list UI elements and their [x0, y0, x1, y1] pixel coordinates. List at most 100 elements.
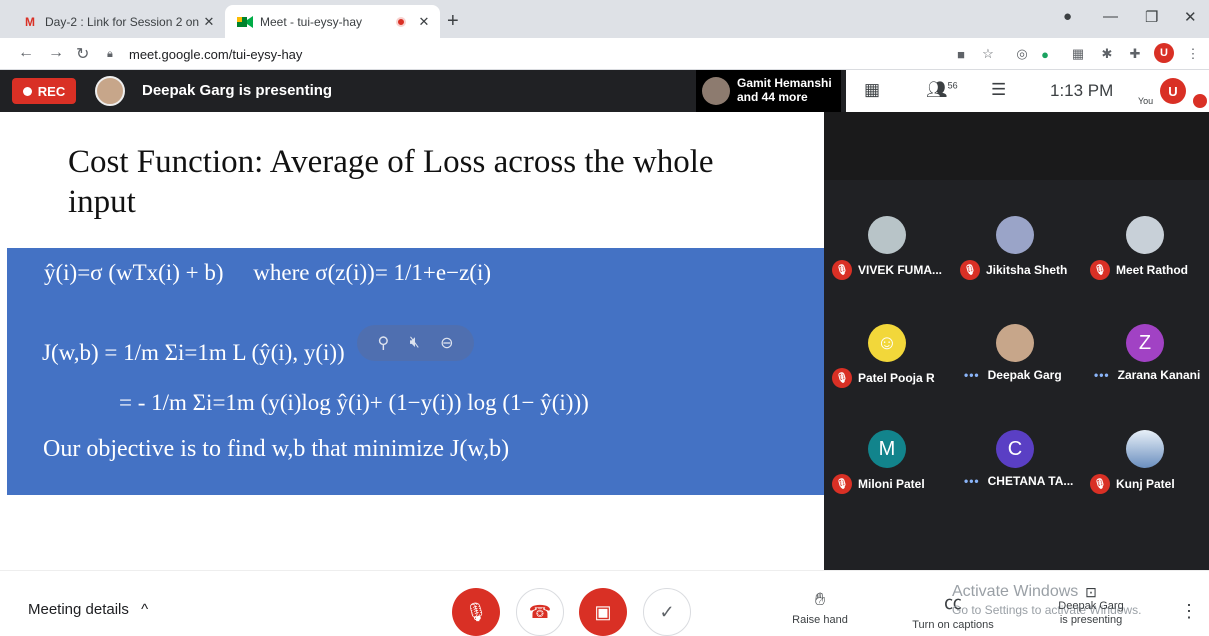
check-button[interactable]: ✓ — [643, 588, 691, 636]
back-button[interactable]: ← — [18, 44, 34, 62]
meeting-details-label: Meeting details — [28, 601, 129, 618]
recording-indicator-icon — [396, 16, 406, 27]
chat-icon[interactable]: ☰ — [991, 80, 1006, 100]
participant-name: 🎙︎ Meet Rathod — [1090, 260, 1188, 280]
meet-bottom-bar: Meeting details ^ 🎙︎ ☎ ▣ ✓ ✋︎ Raise hand… — [0, 570, 1209, 636]
captions-label: Turn on captions — [912, 619, 994, 631]
participant-grid: 🎙︎ VIVEK FUMA... 🎙︎ Jikitsha Sheth 🎙︎ Meet … — [824, 112, 1209, 570]
participant-name-text: Meet Rathod — [1116, 263, 1188, 277]
you-label: You — [1138, 96, 1154, 106]
profile-avatar[interactable]: U — [1154, 43, 1174, 63]
close-tab-icon[interactable]: ✕ — [201, 14, 217, 30]
participant-tile[interactable]: 🎙︎ Meet Rathod — [1082, 216, 1209, 316]
slide-equation-panel: ŷ(i)=σ (wTx(i) + b) where σ(z(i))= 1/1+e… — [7, 248, 824, 495]
participant-tile[interactable]: 🎙︎ Jikitsha Sheth — [952, 216, 1080, 316]
participant-tile[interactable]: Z ••• Zarana Kanani — [1082, 324, 1209, 424]
participants-icon[interactable]: 👥︎56 — [926, 80, 958, 100]
check-icon: ✓ — [659, 601, 675, 622]
puzzle-icon[interactable]: ✚ — [1126, 45, 1144, 63]
extension-icon[interactable]: ✱ — [1098, 45, 1116, 63]
hang-up-icon: ☎ — [528, 601, 552, 622]
participant-count: 56 — [947, 80, 958, 91]
grid-extension-icon[interactable]: ▦ — [1069, 45, 1087, 63]
url-text: meet.google.com/tui-eysy-hay — [129, 46, 303, 62]
equation-cost-expanded: = - 1/m Σi=1m (y(i)log ŷ(i)+ (1−y(i)) lo… — [119, 390, 589, 415]
rec-label: REC — [37, 83, 66, 99]
participant-tile[interactable]: ••• Deepak Garg — [952, 324, 1080, 424]
rec-badge: REC — [12, 78, 76, 104]
participant-tile[interactable]: ☺ 🎙︎ Patel Pooja R — [824, 324, 952, 424]
presenter-status-button[interactable]: ⊡ Deepak Garg is presenting — [1052, 585, 1130, 627]
bookmark-star-icon[interactable]: ☆ — [979, 45, 997, 63]
meeting-details-button[interactable]: Meeting details ^ — [28, 601, 148, 618]
avatar — [702, 77, 730, 105]
minimize-button[interactable]: — — [1103, 8, 1118, 25]
reload-button[interactable]: ↻ — [76, 44, 89, 64]
presenter-avatar — [95, 76, 125, 106]
mic-off-icon: 🎙︎ — [1090, 474, 1110, 494]
chevron-up-icon: ^ — [141, 601, 149, 618]
self-muted-icon — [1193, 94, 1207, 108]
close-window-button[interactable]: ✕ — [1184, 8, 1197, 26]
mic-toggle-button[interactable]: 🎙︎ — [452, 588, 500, 636]
leave-call-button[interactable]: ☎ — [516, 588, 564, 636]
tab-title: Meet - tui-eysy-hay — [260, 14, 363, 29]
clock-time: 1:13 PM — [1050, 81, 1114, 100]
slide-objective-text: Our objective is to find w,b that minimi… — [43, 436, 510, 462]
other-presenter-name: Gamit Hemanshi and 44 more — [737, 76, 832, 104]
mic-off-icon: 🎙︎ — [464, 601, 488, 622]
presenter-line2: is presenting — [1059, 614, 1123, 626]
tab-title: Day-2 : Link for Session 2 on "De — [45, 14, 201, 29]
restore-button[interactable]: ❐ — [1145, 8, 1158, 26]
other-presenter-line2: and 44 more — [737, 90, 808, 104]
extension-icon[interactable]: ◎ — [1013, 45, 1031, 63]
grammarly-icon[interactable]: ● — [1036, 45, 1054, 63]
eq1-main: ŷ(i)=σ (wTx(i) + b) — [44, 260, 224, 285]
avatar: M — [868, 430, 906, 468]
participant-tile[interactable]: C ••• CHETANA TA... — [952, 430, 1080, 530]
profile-icon[interactable]: ● — [1063, 8, 1072, 25]
equation-cost: J(w,b) = 1/m Σi=1m L (ŷ(i), y(i)) — [42, 340, 345, 365]
forward-button[interactable]: → — [48, 44, 64, 62]
url-field[interactable]: 🔒︎ meet.google.com/tui-eysy-hay — [107, 42, 942, 66]
new-tab-button[interactable]: + — [447, 10, 459, 33]
mic-off-icon: 🎙︎ — [1090, 260, 1110, 280]
avatar — [996, 324, 1034, 362]
equation-sigmoid: ŷ(i)=σ (wTx(i) + b) where σ(z(i))= 1/1+e… — [44, 260, 491, 286]
participant-name-text: CHETANA TA... — [987, 474, 1074, 488]
participant-name: 🎙︎ Jikitsha Sheth — [960, 260, 1067, 280]
avatar — [1126, 216, 1164, 254]
smiley-avatar-icon: ☺ — [868, 324, 906, 362]
mic-off-icon: 🎙︎ — [832, 368, 852, 388]
self-avatar[interactable]: U — [1160, 78, 1186, 104]
participant-tile[interactable]: 🎙︎ Kunj Patel — [1082, 430, 1209, 530]
avatar: Z — [1126, 324, 1164, 362]
browser-tab-meet[interactable]: Meet - tui-eysy-hay ✕ — [225, 5, 440, 38]
mute-audio-icon[interactable]: 🔇︎ — [410, 334, 420, 352]
participant-name: ••• Zarana Kanani — [1090, 368, 1200, 382]
eq1-where: where σ(z(i))= 1/1+e−z(i) — [253, 260, 491, 285]
more-vert-icon[interactable]: ⋮ — [1184, 45, 1202, 63]
other-presenter-tile[interactable]: Gamit Hemanshi and 44 more — [696, 70, 841, 112]
participant-tile[interactable]: 🎙︎ VIVEK FUMA... — [824, 216, 952, 316]
participant-name-text: Zarana Kanani — [1117, 368, 1201, 382]
camera-off-icon: ▣ — [594, 601, 612, 622]
speaking-dots-icon: ••• — [1094, 368, 1110, 382]
camera-toggle-button[interactable]: ▣ — [579, 588, 627, 636]
browser-tab-gmail[interactable]: M Day-2 : Link for Session 2 on "De ✕ — [10, 5, 225, 38]
raise-hand-button[interactable]: ✋︎ Raise hand — [789, 589, 851, 626]
participant-name-text: Miloni Patel — [858, 477, 925, 491]
more-options-button[interactable]: ⋮ — [1180, 601, 1198, 622]
pin-icon[interactable]: ⚲ — [377, 333, 389, 353]
close-tab-icon[interactable]: ✕ — [416, 14, 432, 30]
remove-icon[interactable]: ⊖ — [440, 333, 453, 353]
rec-dot-icon — [22, 86, 32, 96]
presentation-slide: Cost Function: Average of Loss across th… — [0, 112, 824, 570]
participant-tile[interactable]: M 🎙︎ Miloni Patel — [824, 430, 952, 530]
participant-name-text: Patel Pooja R — [858, 371, 935, 385]
raise-hand-label: Raise hand — [792, 614, 848, 626]
camera-icon[interactable]: ■ — [952, 45, 970, 63]
layout-icon[interactable]: ▦ — [864, 80, 880, 100]
presenter-line1: Deepak Garg — [1058, 600, 1124, 612]
gmail-icon: M — [25, 14, 35, 29]
